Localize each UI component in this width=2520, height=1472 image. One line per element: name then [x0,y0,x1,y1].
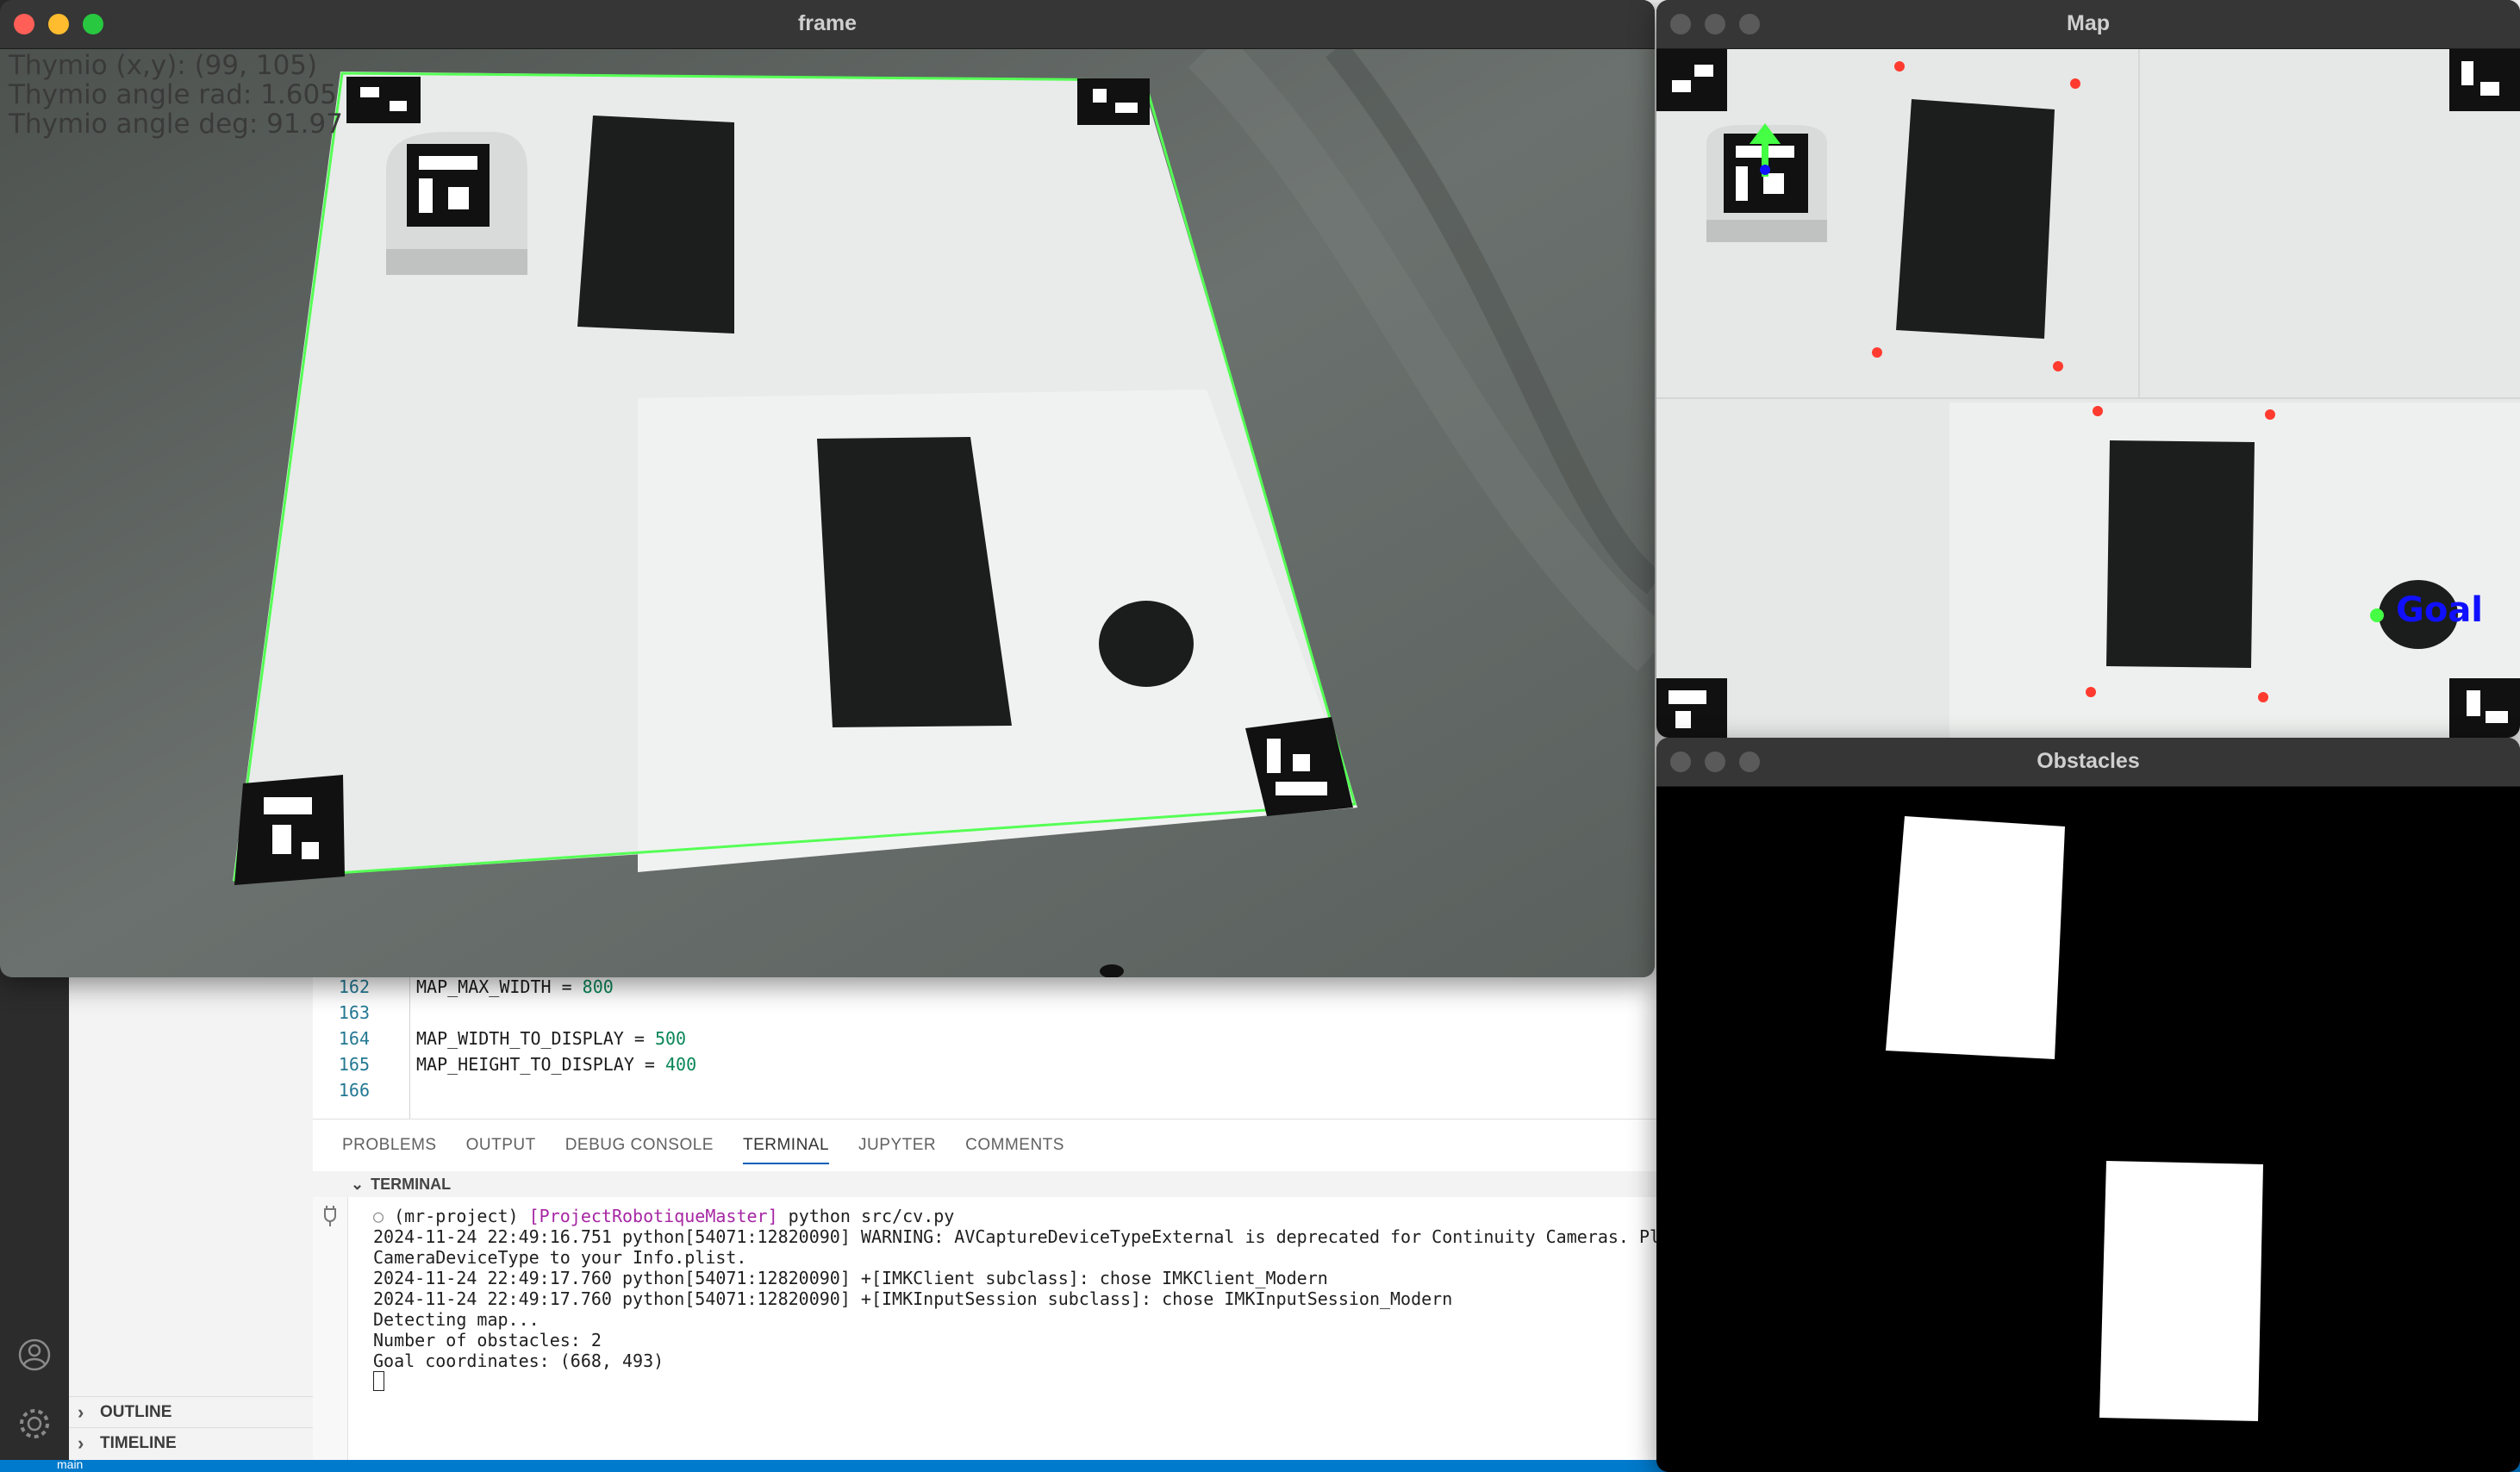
code-line: 162 MAP_MAX_WIDTH = 800 [338,976,614,997]
aruco-marker [2449,49,2520,111]
sidebar-timeline[interactable]: › TIMELINE [69,1427,313,1459]
sidebar-outline[interactable]: › OUTLINE [69,1396,313,1428]
code-editor[interactable]: 162 MAP_MAX_WIDTH = 800 163 164 MAP_WIDTH_… [313,974,1657,1119]
plug-icon[interactable] [313,1197,347,1232]
panel-tabs: PROBLEMS OUTPUT DEBUG CONSOLE TERMINAL J… [313,1120,1657,1171]
obstacle-mask-image [1656,787,2520,1472]
camera-image [0,49,1655,977]
aruco-marker [234,775,345,885]
tab-jupyter[interactable]: JUPYTER [858,1120,936,1171]
terminal-line: 2024-11-24 22:49:16.751 python[54071:128… [373,1226,1661,1247]
tab-debug-console[interactable]: DEBUG CONSOLE [565,1120,714,1171]
tab-terminal[interactable]: TERMINAL [742,1120,830,1171]
chevron-down-icon: ⌄ [351,1176,365,1193]
terminal-section-title: TERMINAL [371,1176,452,1193]
terminal-line: Number of obstacles: 2 [373,1330,602,1350]
terminal-line: Detecting map... [373,1309,540,1330]
aruco-marker [346,77,421,123]
obstacles-title: Obstacles [2037,749,2140,773]
aruco-marker [1077,78,1150,125]
timeline-label: TIMELINE [100,1434,177,1452]
mask-obstacle [1886,816,2065,1059]
frame-title: frame [797,11,858,35]
bottom-panel: PROBLEMS OUTPUT DEBUG CONSOLE TERMINAL J… [313,1119,1660,1461]
tab-comments[interactable]: COMMENTS [965,1120,1064,1171]
terminal-line: CameraDeviceType to your Info.plist. [373,1247,747,1268]
code-line: 163 [338,1002,370,1023]
map-window[interactable]: Map Goal [1656,0,2520,738]
outline-label: OUTLINE [100,1403,172,1421]
status-branch[interactable]: main [57,1457,83,1471]
chevron-right-icon: › [78,1401,84,1423]
terminal-line: 2024-11-24 22:49:17.760 python[54071:128… [373,1268,1328,1288]
mask-obstacle [2099,1161,2263,1421]
map-obstacle [2106,440,2255,668]
prompt-command: python src/cv.py [777,1206,955,1226]
aruco-marker [1656,49,1727,111]
pose-xy: Thymio (x,y): (99, 105) [9,50,318,81]
chevron-right-icon: › [78,1432,84,1454]
map-obstacle [1896,99,2055,339]
terminal-output[interactable]: ○ (mr-project) [ProjectRobotiqueMaster] … [373,1206,1660,1393]
terminal-line: 2024-11-24 22:49:17.760 python[54071:128… [373,1288,1453,1309]
obstacles-window[interactable]: Obstacles [1656,738,2520,1472]
thymio-robot [386,132,527,275]
pose-angle-rad: Thymio angle rad: 1.605 [9,79,337,110]
prompt-env: (mr-project) [394,1206,529,1226]
gear-icon[interactable] [17,1407,52,1441]
goal-point [2370,608,2384,622]
terminal-section-header[interactable]: ⌄ TERMINAL [313,1171,1657,1197]
pose-overlay: Thymio (x,y): (99, 105) Thymio angle rad… [9,51,343,139]
obstacles-titlebar[interactable]: Obstacles [1656,738,2520,787]
terminal-cursor [373,1371,384,1391]
goal-disc [1099,601,1194,687]
tab-problems[interactable]: PROBLEMS [342,1120,437,1171]
account-icon[interactable] [17,1338,52,1372]
map-view: Goal [1656,49,2520,738]
terminal-line: Goal coordinates: (668, 493) [373,1350,664,1371]
camera-feed: Thymio (x,y): (99, 105) Thymio angle rad… [0,49,1655,977]
frame-window[interactable]: frame Thymio (x,y): (99, 105) Thymio ang… [0,0,1655,977]
map-titlebar[interactable]: Map [1656,0,2520,49]
pose-angle-deg: Thymio angle deg: 91.97 [9,109,343,140]
frame-titlebar[interactable]: frame [0,0,1655,49]
code-line: 165 MAP_HEIGHT_TO_DISPLAY = 400 [338,1054,697,1075]
code-line: 166 [338,1080,370,1101]
goal-label: Goal [2396,590,2484,630]
map-title: Map [2067,11,2110,35]
terminal-gutter [313,1197,348,1461]
prompt-circle-icon: ○ [373,1206,395,1226]
map-image [1656,49,2520,738]
obstacle-mask-view [1656,787,2520,1472]
aruco-marker [2449,678,2520,738]
prompt-dir: [ProjectRobotiqueMaster] [528,1206,778,1226]
tab-output[interactable]: OUTPUT [466,1120,536,1171]
obstacle [577,115,734,334]
aruco-marker [1656,678,1727,738]
code-line: 164 MAP_WIDTH_TO_DISPLAY = 500 [338,1028,687,1049]
